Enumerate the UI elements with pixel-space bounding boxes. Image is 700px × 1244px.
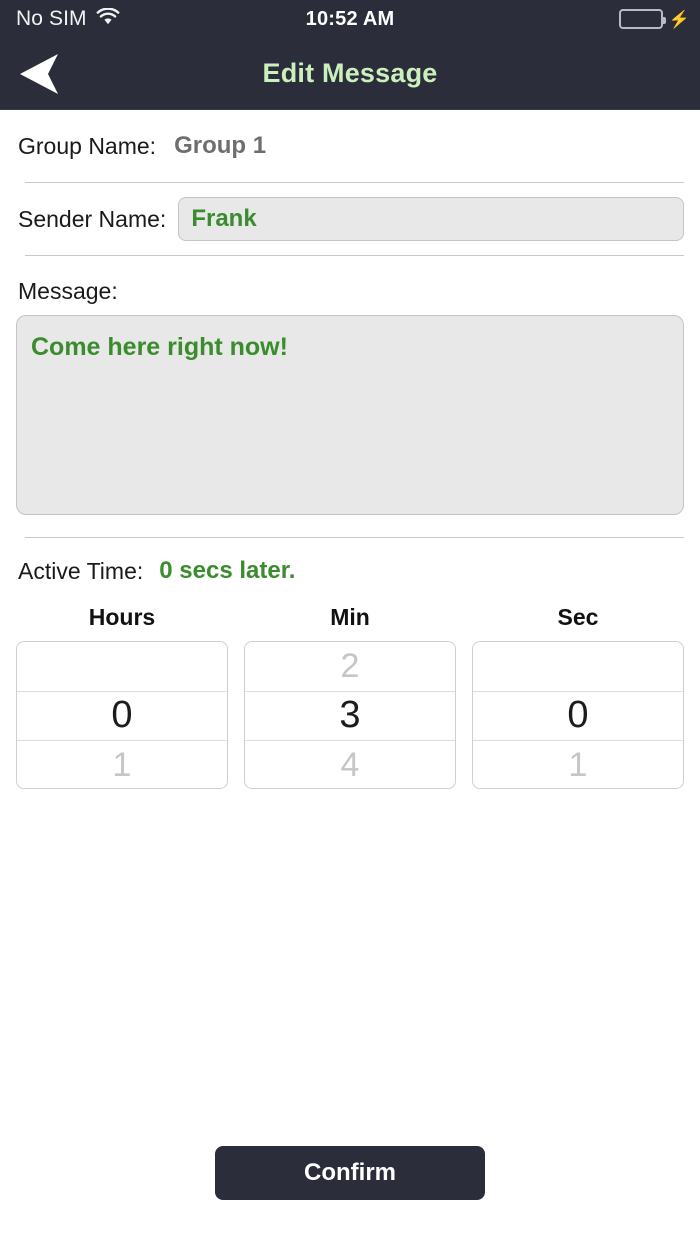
sender-name-row: Sender Name: Frank [0,183,700,255]
message-label: Message: [18,278,118,304]
navigation-bar: Edit Message [0,38,700,110]
message-input[interactable]: Come here right now! [16,315,684,515]
picker-option-selected[interactable]: 0 [473,691,683,741]
status-bar-clock: 10:52 AM [305,7,395,30]
form-body: Group Name: Group 1 Sender Name: Frank M… [0,110,700,789]
group-name-value: Group 1 [174,132,267,159]
group-name-row: Group Name: Group 1 [0,110,700,182]
picker-option-selected[interactable]: 0 [17,691,227,741]
picker-headers: Hours Min Sec [0,604,700,641]
lightning-bolt-icon: ⚡ [668,9,690,29]
active-time-value: 0 secs later. [159,557,296,584]
sender-name-input[interactable]: Frank [178,197,684,241]
picker-header-sec: Sec [557,604,599,630]
picker-option-above[interactable]: 2 [245,642,455,691]
app-screen: No SIM 10:52 AM ⚡ Edit Message Group Nam… [0,0,700,1244]
picker-option-below[interactable]: 4 [245,741,455,788]
active-time-label: Active Time: [18,557,144,584]
page-title: Edit Message [262,58,438,88]
picker-option-below[interactable]: 1 [473,741,683,788]
status-bar-right: ⚡ [618,9,690,29]
sec-picker[interactable]: 0 1 [472,641,684,789]
picker-option-above[interactable] [17,642,227,691]
confirm-button[interactable]: Confirm [215,1146,485,1200]
picker-option-above[interactable] [473,642,683,691]
active-time-row: Active Time: 0 secs later. [0,538,700,604]
hours-picker[interactable]: 0 1 [16,641,228,789]
sender-name-value: Frank [191,205,257,232]
status-bar: No SIM 10:52 AM ⚡ [0,0,700,38]
picker-option-selected[interactable]: 3 [245,691,455,741]
group-name-label: Group Name: [18,132,157,159]
min-picker[interactable]: 2 3 4 [244,641,456,789]
picker-option-below[interactable]: 1 [17,741,227,788]
picker-header-min: Min [330,604,370,630]
sender-name-label: Sender Name: [18,205,167,232]
message-value: Come here right now! [31,333,288,361]
battery-icon [618,9,666,29]
picker-header-hours: Hours [88,604,156,630]
time-picker-group: 0 1 2 3 4 0 1 [0,641,700,789]
footer: Confirm [0,1146,700,1200]
